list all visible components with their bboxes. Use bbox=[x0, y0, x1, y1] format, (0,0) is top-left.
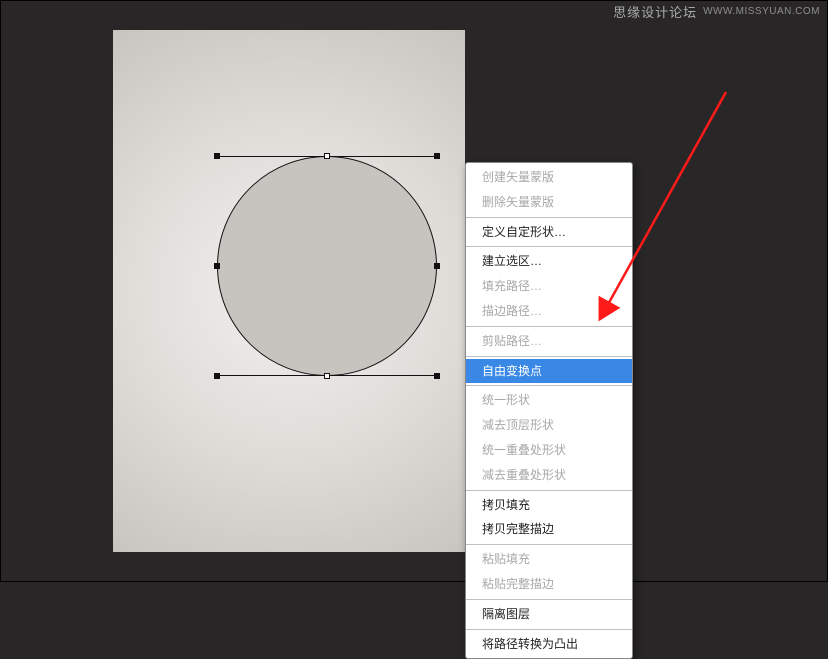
menu-convert-path-convex[interactable]: 将路径转换为凸出 bbox=[466, 632, 632, 657]
menu-isolate-layers[interactable]: 隔离图层 bbox=[466, 602, 632, 627]
menu-copy-full-stroke[interactable]: 拷贝完整描边 bbox=[466, 517, 632, 542]
menu-create-vector-mask: 创建矢量蒙版 bbox=[466, 165, 632, 190]
menu-unite-overlap: 统一重叠处形状 bbox=[466, 438, 632, 463]
menu-separator bbox=[466, 385, 632, 386]
menu-paste-full-stroke: 粘贴完整描边 bbox=[466, 572, 632, 597]
menu-subtract-overlap: 减去重叠处形状 bbox=[466, 463, 632, 488]
menu-free-transform-points[interactable]: 自由变换点 bbox=[466, 359, 632, 384]
menu-separator bbox=[466, 326, 632, 327]
menu-separator bbox=[466, 490, 632, 491]
menu-separator bbox=[466, 246, 632, 247]
handle-top-middle[interactable] bbox=[324, 153, 330, 159]
handle-middle-left[interactable] bbox=[214, 263, 220, 269]
menu-separator bbox=[466, 217, 632, 218]
menu-paste-fill: 粘贴填充 bbox=[466, 547, 632, 572]
menu-delete-vector-mask: 删除矢量蒙版 bbox=[466, 190, 632, 215]
menu-separator bbox=[466, 544, 632, 545]
context-menu[interactable]: 创建矢量蒙版 删除矢量蒙版 定义自定形状… 建立选区… 填充路径… 描边路径… … bbox=[465, 162, 633, 659]
handle-bottom-left[interactable] bbox=[214, 373, 220, 379]
handle-bottom-middle[interactable] bbox=[324, 373, 330, 379]
transform-bounding-box[interactable] bbox=[217, 156, 437, 376]
canvas[interactable] bbox=[113, 30, 465, 552]
menu-subtract-top-shape: 减去顶层形状 bbox=[466, 413, 632, 438]
handle-bottom-right[interactable] bbox=[434, 373, 440, 379]
menu-unify-shapes: 统一形状 bbox=[466, 388, 632, 413]
handle-middle-right[interactable] bbox=[434, 263, 440, 269]
handle-top-right[interactable] bbox=[434, 153, 440, 159]
handle-top-left[interactable] bbox=[214, 153, 220, 159]
watermark-en: WWW.MISSYUAN.COM bbox=[703, 6, 820, 17]
menu-define-custom-shape[interactable]: 定义自定形状… bbox=[466, 220, 632, 245]
menu-separator bbox=[466, 356, 632, 357]
menu-copy-fill[interactable]: 拷贝填充 bbox=[466, 493, 632, 518]
watermark: 思缘设计论坛 WWW.MISSYUAN.COM bbox=[613, 2, 820, 21]
menu-separator bbox=[466, 599, 632, 600]
menu-clip-path: 剪贴路径… bbox=[466, 329, 632, 354]
menu-separator bbox=[466, 629, 632, 630]
menu-fill-path: 填充路径… bbox=[466, 274, 632, 299]
menu-stroke-path: 描边路径… bbox=[466, 299, 632, 324]
menu-make-selection[interactable]: 建立选区… bbox=[466, 249, 632, 274]
watermark-zh: 思缘设计论坛 bbox=[613, 2, 697, 21]
